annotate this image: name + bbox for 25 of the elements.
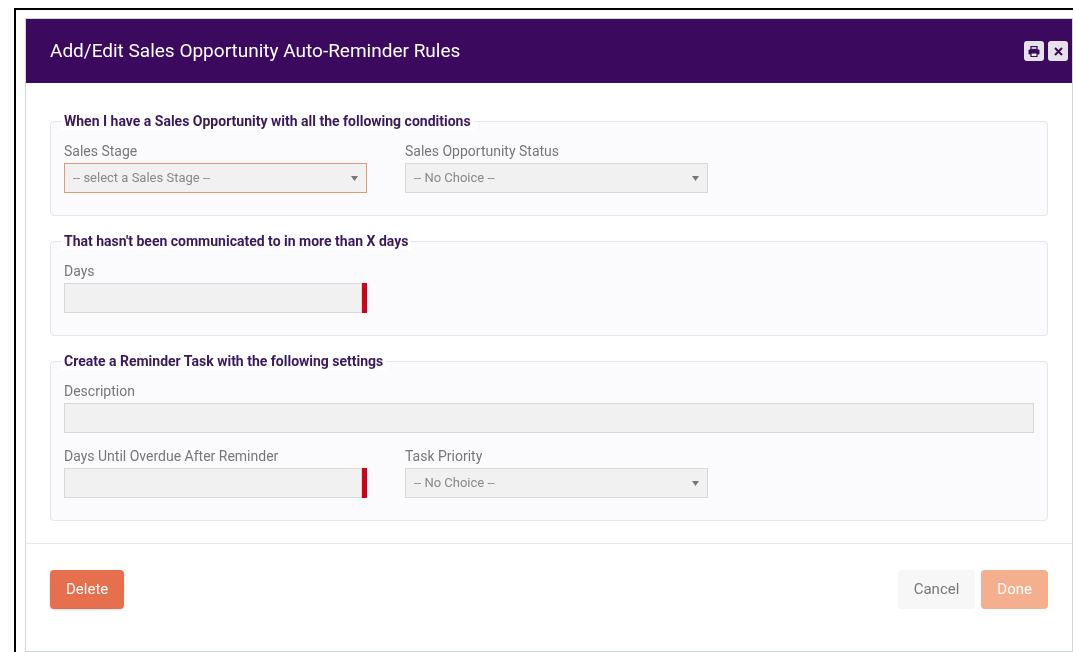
- field-label: Task Priority: [405, 447, 484, 465]
- caret-icon: [692, 175, 699, 181]
- caret-icon: [351, 175, 358, 181]
- field-label: Sales Opportunity Status: [405, 142, 561, 160]
- window-title: Add/Edit Sales Opportunity Auto-Reminder Rules: [50, 37, 461, 64]
- delete-button[interactable]: Delete: [50, 570, 125, 609]
- select-field[interactable]: -- select a Sales Stage --: [64, 163, 367, 193]
- field-label: Description: [64, 382, 136, 400]
- caret-icon: [692, 480, 699, 486]
- field-label: Days Until Overdue After Reminder: [64, 447, 280, 465]
- cancel-button[interactable]: Cancel: [897, 570, 976, 609]
- field-label: Days: [64, 262, 96, 280]
- input-field[interactable]: [64, 283, 362, 313]
- field-label: Sales Stage: [64, 142, 139, 160]
- close-icon: [1053, 46, 1063, 56]
- section-title: When I have a Sales Opportunity with all the following conditions: [61, 112, 474, 130]
- print-button[interactable]: [1024, 41, 1044, 61]
- input-field[interactable]: [64, 403, 1034, 433]
- section-title: Create a Reminder Task with the following settings: [61, 352, 387, 370]
- print-icon: [1028, 45, 1040, 57]
- close-button[interactable]: [1048, 41, 1068, 61]
- select-field[interactable]: -- No Choice --: [405, 468, 708, 498]
- select-field[interactable]: -- No Choice --: [405, 163, 708, 193]
- section-title: That hasn't been communicated to in more than X days: [61, 232, 412, 250]
- input-field[interactable]: [64, 468, 362, 498]
